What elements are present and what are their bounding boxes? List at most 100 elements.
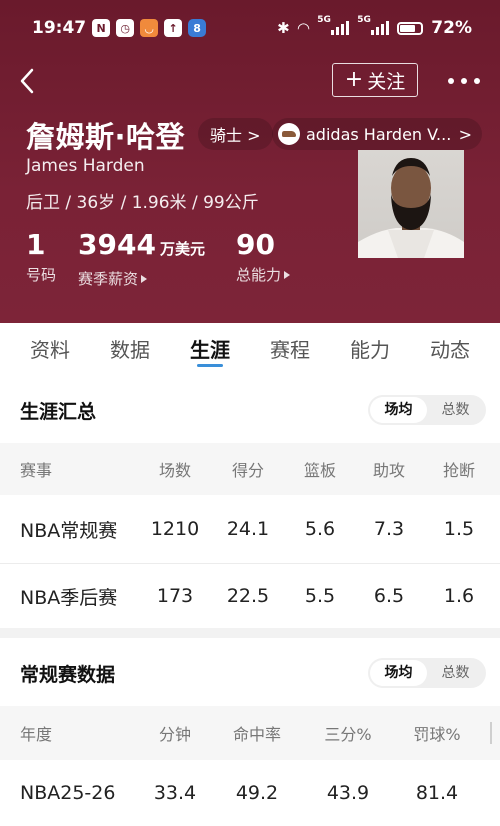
header-cell: 篮板 [303, 461, 336, 480]
more-dot [474, 78, 480, 84]
row-cell: 5.6 [304, 518, 336, 540]
player-meta: 后卫 / 36岁 / 1.96米 / 99公斤 [26, 193, 259, 213]
career-summary-header: 生涯汇总 场均 总数 [0, 377, 500, 443]
career-summary-toggle: 场均 总数 [368, 395, 486, 425]
signal-icon-1: 5G [317, 15, 350, 35]
row-cell: 1.6 [443, 585, 475, 607]
ability-label: 总能力 [236, 266, 282, 284]
row-cell: 43.9 [326, 782, 370, 804]
salary-unit: 万美元 [159, 240, 205, 258]
toggle-average[interactable]: 场均 [370, 397, 427, 423]
header-cell: 分钟 [158, 725, 191, 744]
row-cell: 49.2 [235, 782, 279, 804]
more-dot [461, 78, 467, 84]
ability-stat[interactable]: 90 总能力 [236, 228, 291, 285]
signal-label-1: 5G [317, 15, 331, 25]
header-cell: 三分% [324, 725, 372, 744]
battery-icon [397, 21, 424, 35]
row-cell: NBA季后赛 [20, 586, 118, 609]
row-cell: NBA常规赛 [20, 519, 118, 542]
season-table-header: 年度 分钟 命中率 三分% 罚球% [0, 706, 500, 760]
back-button[interactable] [14, 64, 44, 98]
toggle-average[interactable]: 场均 [370, 660, 427, 686]
header-cell: 得分 [231, 461, 264, 480]
tab-2[interactable]: 生涯 [170, 323, 250, 377]
more-button[interactable] [448, 66, 480, 96]
toggle-total[interactable]: 总数 [427, 660, 484, 686]
battery-percent: 72% [431, 18, 472, 38]
row-cell: NBA25-26 [20, 782, 116, 804]
table-row[interactable]: NBA25-26 33.4 49.2 43.9 81.4 [0, 760, 500, 826]
row-cell: 173 [156, 585, 194, 607]
number-value: 1 [26, 228, 46, 261]
header-cell: 抢断 [442, 461, 475, 480]
shoe-icon [278, 123, 300, 145]
salary-value: 3944 [78, 228, 156, 261]
scroll-hint [490, 706, 500, 760]
row-cell: 1.5 [443, 518, 475, 540]
app-8-icon: 8 [188, 19, 207, 37]
chevron-left-icon [20, 68, 34, 94]
regular-season-title: 常规赛数据 [20, 664, 116, 686]
bluetooth-icon: ✱ [277, 19, 290, 37]
toggle-total[interactable]: 总数 [427, 397, 484, 423]
row-cell: 7.3 [373, 518, 405, 540]
regular-season-toggle: 场均 总数 [368, 658, 486, 688]
shoe-arrow: > [458, 124, 472, 144]
shoe-chip[interactable]: adidas Harden V... > [272, 118, 482, 150]
row-cell: 1210 [150, 518, 200, 540]
player-header: 19:47 N ◷ ◡ ↑ 8 ✱ ◠ 5G 5G 72% + 关注 詹姆斯·哈… [0, 0, 500, 323]
header-cell: 助攻 [372, 461, 405, 480]
player-avatar [358, 150, 464, 258]
table-row[interactable]: NBA常规赛 1210 24.1 5.6 7.3 1.5 [0, 495, 500, 563]
row-cell: 24.1 [226, 518, 270, 540]
header-cell: 命中率 [232, 725, 281, 744]
top-nav: + 关注 [0, 62, 500, 100]
tab-4[interactable]: 能力 [330, 323, 410, 377]
tab-5[interactable]: 动态 [410, 323, 490, 377]
shoe-label: adidas Harden V... [306, 124, 452, 144]
header-cell: 年度 [20, 725, 53, 744]
table-row[interactable]: NBA季后赛 173 22.5 5.5 6.5 1.6 [0, 564, 500, 628]
caret-right-icon [284, 270, 291, 279]
header-cell: 赛事 [20, 461, 53, 480]
team-chip[interactable]: 骑士 > [198, 118, 273, 150]
tab-3[interactable]: 赛程 [250, 323, 330, 377]
status-time: 19:47 [32, 18, 87, 38]
header-cell: 场数 [158, 461, 191, 480]
ability-value: 90 [236, 228, 275, 261]
row-cell: 33.4 [153, 782, 197, 804]
more-dot [448, 78, 454, 84]
tab-0[interactable]: 资料 [10, 323, 90, 377]
status-bar: 19:47 N ◷ ◡ ↑ 8 ✱ ◠ 5G 5G 72% [0, 10, 500, 46]
plus-icon: + [344, 67, 364, 92]
number-stat: 1 号码 [26, 228, 56, 285]
n-icon: N [92, 19, 111, 37]
wifi-icon: ◠ [297, 19, 310, 37]
player-name-cn: 詹姆斯·哈登 [26, 120, 186, 154]
career-table-header: 赛事 场数 得分 篮板 助攻 抢断 [0, 443, 500, 495]
follow-button[interactable]: + 关注 [332, 63, 418, 97]
signal-icon-2: 5G [357, 15, 390, 35]
alarm-icon: ◷ [116, 19, 135, 37]
row-cell: 5.5 [304, 585, 336, 607]
header-cell: 罚球% [413, 725, 461, 744]
row-cell: 22.5 [226, 585, 270, 607]
career-summary-title: 生涯汇总 [20, 401, 97, 423]
row-cell: 6.5 [373, 585, 405, 607]
upload-icon: ↑ [164, 19, 183, 37]
follow-label: 关注 [367, 70, 406, 93]
number-label: 号码 [26, 266, 57, 284]
team-label: 骑士 > [210, 126, 261, 145]
tab-bar: 资料 数据 生涯 赛程 能力 动态 [0, 323, 500, 377]
player-name-en: James Harden [26, 156, 145, 176]
player-photo [358, 158, 464, 258]
regular-season-header: 常规赛数据 场均 总数 [0, 638, 500, 706]
app-icon: ◡ [140, 19, 159, 37]
tab-1[interactable]: 数据 [90, 323, 170, 377]
salary-label: 赛季薪资 [78, 270, 139, 288]
caret-right-icon [141, 274, 148, 283]
salary-stat[interactable]: 3944 万美元 赛季薪资 [78, 228, 205, 289]
signal-label-2: 5G [357, 15, 371, 25]
row-cell: 81.4 [415, 782, 459, 804]
